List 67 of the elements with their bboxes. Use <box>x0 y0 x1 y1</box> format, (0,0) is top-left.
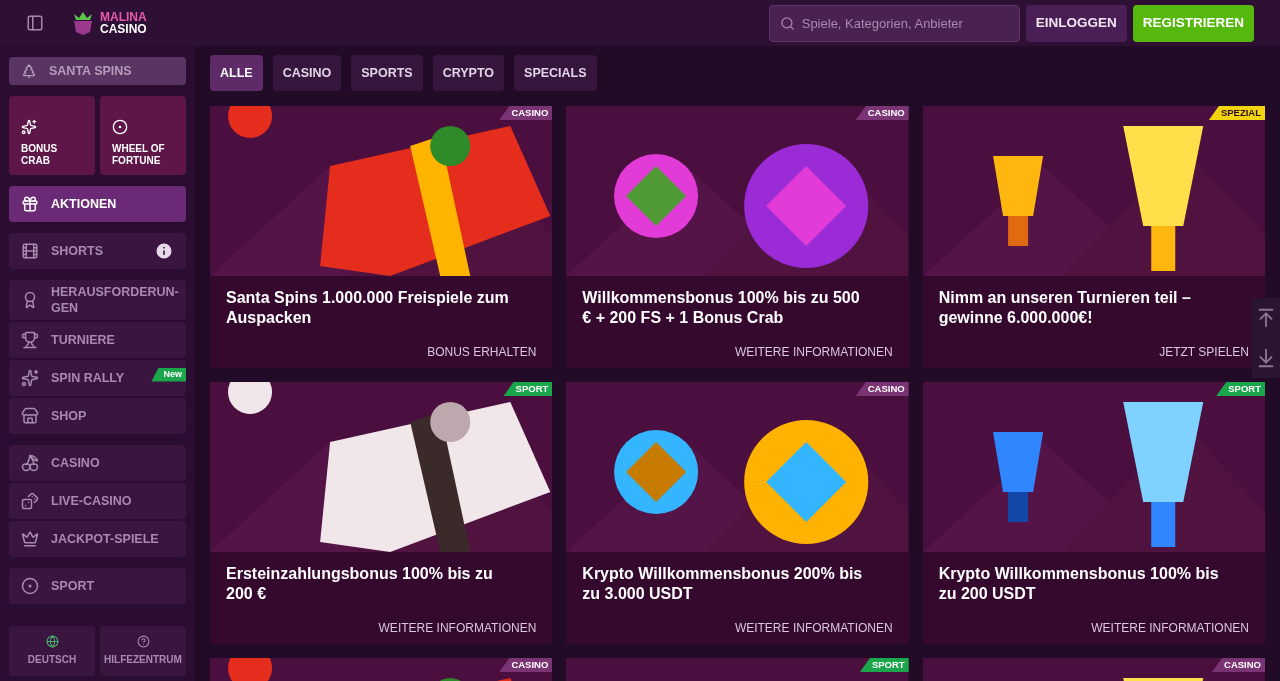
menu-icon <box>21 331 39 349</box>
sidebar-item[interactable]: TURNIERE <box>9 322 186 358</box>
search-icon <box>779 15 795 31</box>
tree-icon <box>21 63 37 79</box>
sidebar-item[interactable]: SHOP <box>9 398 186 434</box>
logo-text: CASINO <box>100 23 147 35</box>
filter-tab[interactable]: CASINO <box>272 55 342 91</box>
promo-card[interactable]: CASINO <box>922 658 1265 681</box>
promo-card[interactable]: SPORT Ersteinzahlungsbonus 100% bis zu 200 € WEITERE INFORMATIONEN <box>210 382 553 644</box>
scroll-top-button[interactable] <box>1252 298 1280 338</box>
promo-card[interactable]: CASINO Willkommensbonus 100% bis zu 500 € + 200 FS + 1 Bonus Crab WEITERE INFORMATIONEN <box>566 106 909 368</box>
sidebar-toggle-icon[interactable] <box>26 14 44 32</box>
tile-icon <box>21 119 37 135</box>
help-icon <box>136 635 150 648</box>
menu-icon <box>21 195 39 213</box>
card-link[interactable]: BONUS ERHALTEN <box>427 343 537 368</box>
logo-text: MALINA <box>100 11 147 23</box>
promo-tile[interactable]: BONUS CRAB <box>9 96 95 175</box>
menu-icon <box>21 242 39 260</box>
promo-card[interactable]: SPORT Krypto Willkommensbonus 100% bis zu 200 USDT WEITERE INFORMATIONEN <box>922 382 1265 644</box>
login-button[interactable]: EINLOGGEN <box>1025 4 1127 42</box>
category-tag: CASINO <box>499 106 553 120</box>
card-title: Santa Spins 1.000.000 Freispiele zum Auspacken <box>226 288 510 328</box>
footer-button[interactable]: HILFEZENTRUM <box>100 626 186 676</box>
category-tag: CASINO <box>1212 658 1265 672</box>
menu-icon <box>21 369 39 387</box>
card-title: Ersteinzahlungsbonus 100% bis zu 200 € <box>226 564 494 604</box>
promo-tile[interactable]: WHEEL OF FORTUNE <box>100 96 186 175</box>
sidebar-item[interactable]: SHORTS <box>9 233 186 269</box>
menu-icon <box>21 407 39 425</box>
card-link[interactable]: WEITERE INFORMATIONEN <box>734 343 893 368</box>
promo-card[interactable]: CASINO Krypto Willkommensbonus 200% bis zu 3.000 USDT WEITERE INFORMATIONEN <box>566 382 909 644</box>
card-link[interactable]: WEITERE INFORMATIONEN <box>1091 619 1249 644</box>
globe-icon <box>45 635 59 648</box>
category-tag: CASINO <box>499 658 553 672</box>
card-link[interactable]: WEITERE INFORMATIONEN <box>378 619 537 644</box>
sidebar-item[interactable]: SPIN RALLY New <box>9 360 186 396</box>
sidebar-item[interactable]: AKTIONEN <box>9 186 186 222</box>
menu-icon <box>21 577 39 595</box>
sidebar-item[interactable]: LIVE-CASINO <box>9 483 186 519</box>
card-link[interactable]: WEITERE INFORMATIONEN <box>734 619 893 644</box>
promo-card[interactable]: CASINO <box>210 658 553 681</box>
scroll-bottom-button[interactable] <box>1252 338 1280 378</box>
filter-tab[interactable]: CRYPTO <box>432 55 505 91</box>
footer-button[interactable]: DEUTSCH <box>9 626 95 676</box>
sidebar-item[interactable]: SPORT <box>9 568 186 604</box>
new-badge: New <box>151 368 186 382</box>
promo-card[interactable]: CASINO Santa Spins 1.000.000 Freispiele zum Auspacken BONUS ERHALTEN <box>210 106 553 368</box>
filter-tab[interactable]: SPECIALS <box>514 55 597 91</box>
info-icon[interactable] <box>154 241 174 261</box>
menu-icon <box>21 454 39 472</box>
sidebar-item[interactable]: JACKPOT-SPIELE <box>9 521 186 557</box>
promo-card[interactable]: SPEZIAL Nimm an unseren Turnieren teil – gewinne 6.000.000€! JETZT SPIELEN <box>922 106 1265 368</box>
menu-icon <box>21 492 39 510</box>
filter-tab[interactable]: ALLE <box>210 55 263 91</box>
card-title: Willkommensbonus 100% bis zu 500 € + 200 FS + 1 Bonus Crab <box>582 288 861 328</box>
sidebar-item[interactable]: HERAUSFORDERUN-GEN <box>9 280 186 320</box>
tile-icon <box>112 119 128 135</box>
card-title: Krypto Willkommensbonus 200% bis zu 3.000 USDT <box>582 564 864 604</box>
sidebar-item[interactable]: CASINO <box>9 445 186 481</box>
filter-tab[interactable]: SPORTS <box>351 55 423 91</box>
menu-icon <box>21 530 39 548</box>
card-title: Nimm an unseren Turnieren teil – gewinne 6.000.000€! <box>938 288 1192 328</box>
santa-spins-button[interactable]: SANTA SPINS <box>9 57 186 85</box>
card-title: Krypto Willkommensbonus 100% bis zu 200 USDT <box>938 564 1220 604</box>
card-link[interactable]: JETZT SPIELEN <box>1159 343 1249 368</box>
search-field[interactable]: Spiele, Kategorien, Anbieter <box>768 4 1020 42</box>
